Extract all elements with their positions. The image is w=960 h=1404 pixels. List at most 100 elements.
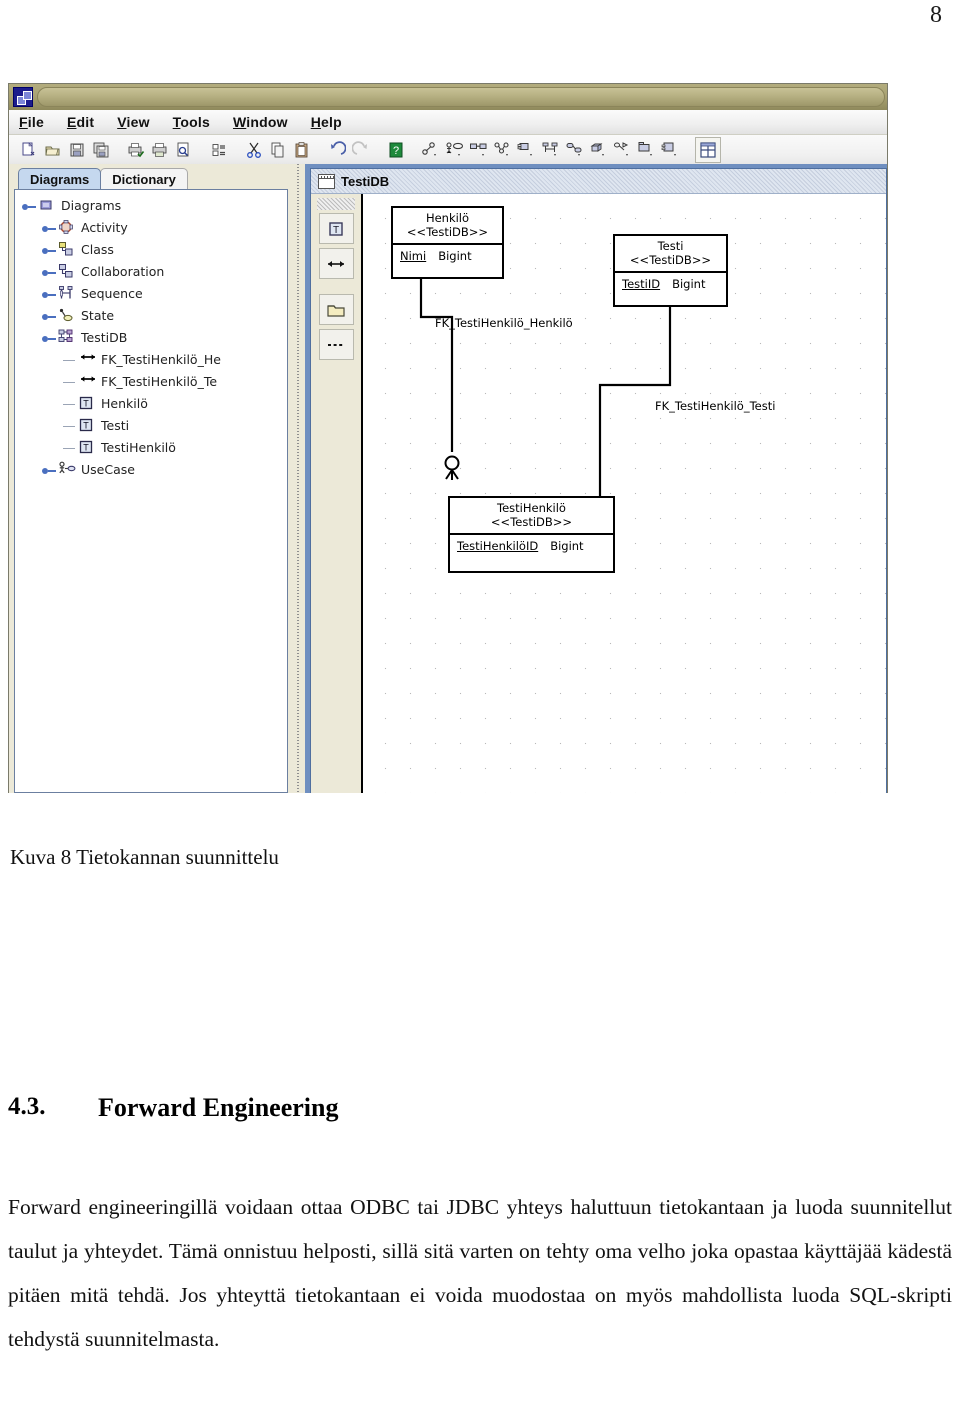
titlebar-gradient-bar — [37, 87, 885, 107]
entity-attributes: Nimi Bigint — [393, 245, 502, 279]
open-icon[interactable] — [42, 139, 64, 161]
tab-diagrams[interactable]: Diagrams — [18, 168, 102, 189]
new-activity-diagram-icon[interactable] — [420, 139, 442, 161]
tree-expander-icon[interactable] — [41, 283, 58, 305]
entity-name: Testi — [657, 239, 684, 253]
svg-text:T: T — [83, 399, 89, 409]
relationship-icon — [78, 351, 96, 369]
tree-item[interactable]: TestiDB — [21, 327, 287, 349]
entity-attributes: TestiHenkilöID Bigint — [450, 535, 613, 569]
new-state-diagram-icon[interactable] — [564, 139, 586, 161]
print-check-icon[interactable] — [125, 139, 147, 161]
table-tool[interactable]: T — [318, 213, 354, 244]
tree-item[interactable]: Collaboration — [21, 261, 287, 283]
undo-icon[interactable] — [326, 139, 348, 161]
tree-item[interactable]: T TestiHenkilö — [21, 437, 287, 459]
help-icon[interactable]: ? — [385, 139, 407, 161]
tree-item[interactable]: Activity — [21, 217, 287, 239]
menu-help[interactable]: Help — [311, 114, 342, 130]
tree-expander-icon[interactable] — [41, 305, 58, 327]
entity-testihenkilo[interactable]: TestiHenkilö <<TestiDB>> TestiHenkilöID … — [448, 496, 615, 573]
tree-item[interactable]: Sequence — [21, 283, 287, 305]
paste-icon[interactable] — [291, 139, 313, 161]
print-icon[interactable] — [149, 139, 171, 161]
tree-item[interactable]: UseCase — [21, 459, 287, 481]
tree-item[interactable]: Diagrams — [21, 195, 287, 217]
tree-expander-icon[interactable] — [41, 327, 58, 349]
pane-splitter[interactable] — [291, 164, 305, 793]
new-subsystem-icon[interactable] — [660, 139, 682, 161]
toolbar-separator — [197, 139, 208, 161]
menu-edit[interactable]: Edit — [67, 114, 94, 130]
tree-branch-line — [61, 349, 78, 371]
toolbar-separator — [374, 139, 385, 161]
new-class-diagram-icon[interactable] — [468, 139, 490, 161]
attribute-type: Bigint — [672, 276, 706, 291]
new-icon[interactable] — [18, 139, 40, 161]
new-package-icon[interactable] — [636, 139, 658, 161]
window-titlebar — [9, 84, 887, 110]
menu-tools[interactable]: Tools — [173, 114, 210, 130]
print-preview-icon[interactable] — [173, 139, 195, 161]
palette-group-gap — [311, 283, 361, 294]
copy-icon[interactable] — [267, 139, 289, 161]
sequence-diagram-icon — [58, 285, 76, 303]
dashed-line-tool[interactable] — [318, 329, 354, 360]
relationship-tool[interactable] — [318, 248, 354, 279]
tree-item[interactable]: FK_TestiHenkilö_He — [21, 349, 287, 371]
tree-item-label: State — [81, 307, 115, 323]
entity-name: Henkilö — [425, 211, 470, 225]
tree-expander-icon[interactable] — [41, 459, 58, 481]
tree-expander-icon[interactable] — [41, 261, 58, 283]
tree-item-label: Sequence — [81, 285, 143, 301]
tile-windows-icon[interactable] — [695, 137, 721, 163]
relationship-icon — [78, 373, 96, 391]
tab-dictionary[interactable]: Dictionary — [100, 168, 188, 189]
tree-item-label: Henkilö — [101, 395, 148, 411]
tree-item[interactable]: FK_TestiHenkilö_Te — [21, 371, 287, 393]
toolbar-separator — [684, 139, 695, 161]
tree-expander-icon[interactable] — [41, 217, 58, 239]
tree-item[interactable]: State — [21, 305, 287, 327]
new-datamodel-diagram-icon[interactable] — [612, 139, 634, 161]
cut-icon[interactable] — [243, 139, 265, 161]
entity-stereotype: <<TestiDB>> — [490, 515, 573, 530]
tree-expander-icon[interactable] — [41, 239, 58, 261]
diagram-document-window: TestiDB T Henkilö <<TestiDB>> Nimi Bigin… — [310, 168, 887, 793]
menu-file[interactable]: File — [19, 114, 44, 130]
tree-item[interactable]: T Testi — [21, 415, 287, 437]
menu-view[interactable]: View — [117, 114, 149, 130]
folder-tool[interactable] — [318, 294, 354, 325]
new-component-diagram-icon[interactable] — [516, 139, 538, 161]
new-collaboration-diagram-icon[interactable] — [492, 139, 514, 161]
tree-item[interactable]: T Henkilö — [21, 393, 287, 415]
redo-icon[interactable] — [350, 139, 372, 161]
attribute-row: TestiID Bigint — [622, 277, 719, 291]
collaboration-diagram-icon — [58, 263, 76, 281]
table-icon: T — [78, 395, 96, 413]
save-icon[interactable] — [66, 139, 88, 161]
properties-icon[interactable] — [208, 139, 230, 161]
usecase-diagram-icon — [58, 461, 76, 479]
new-usecase-diagram-icon[interactable] — [444, 139, 466, 161]
diagram-tree: Diagrams Activity Class Collaboration Sequen… — [15, 190, 287, 481]
tree-item[interactable]: Class — [21, 239, 287, 261]
entity-header: Testi <<TestiDB>> — [615, 236, 726, 273]
datamodel-diagram-icon — [58, 329, 76, 347]
entity-header: Henkilö <<TestiDB>> — [393, 208, 502, 245]
diagram-canvas[interactable]: Henkilö <<TestiDB>> Nimi Bigint Testi <<… — [363, 194, 886, 793]
new-sequence-diagram-icon[interactable] — [540, 139, 562, 161]
body-text: Forward engineeringillä voidaan ottaa OD… — [8, 1185, 952, 1361]
entity-henkilo[interactable]: Henkilö <<TestiDB>> Nimi Bigint — [391, 206, 504, 279]
tree-item-label: Testi — [101, 417, 130, 433]
new-deployment-diagram-icon[interactable] — [588, 139, 610, 161]
palette-grip[interactable] — [317, 198, 355, 210]
relationship-label-fk-testihenkilo-testi[interactable]: FK_TestiHenkilö_Testi — [655, 399, 775, 413]
menu-window[interactable]: Window — [233, 114, 288, 130]
save-all-icon[interactable] — [90, 139, 112, 161]
mdi-client-area: TestiDB T Henkilö <<TestiDB>> Nimi Bigin… — [305, 164, 887, 793]
entity-stereotype: <<TestiDB>> — [629, 253, 712, 268]
relationship-label-fk-testihenkilo-henkilo[interactable]: FK_TestiHenkilö_Henkilö — [435, 316, 573, 330]
entity-testi[interactable]: Testi <<TestiDB>> TestiID Bigint — [613, 234, 728, 307]
tree-expander-icon[interactable] — [21, 195, 38, 217]
